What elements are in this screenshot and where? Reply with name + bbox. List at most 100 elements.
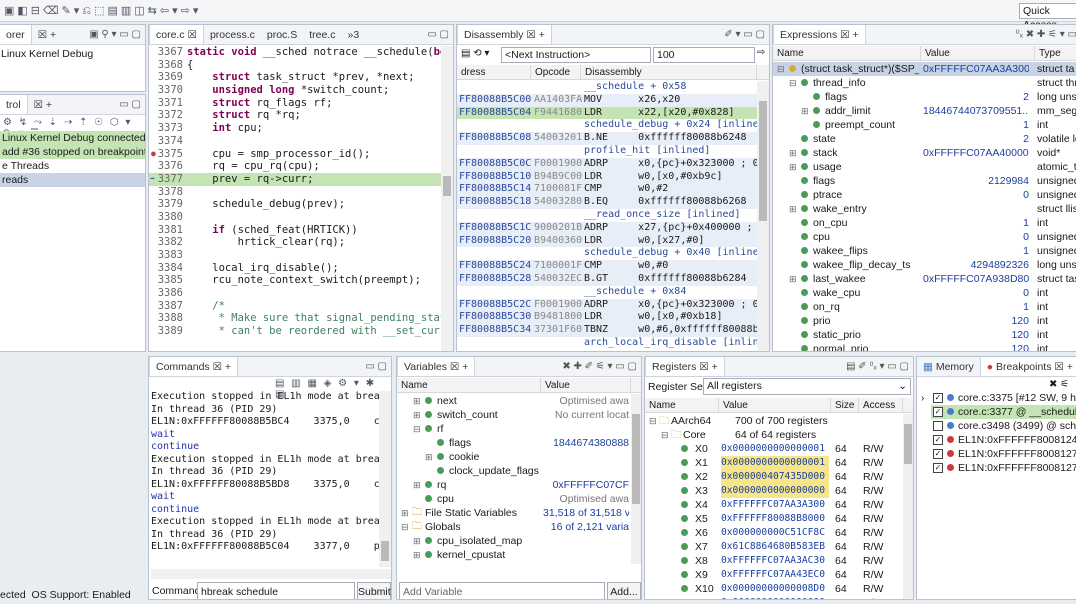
register-row[interactable]: X2 0x000000407435D000 64 R/W — [645, 470, 903, 484]
explorer-view-buttons[interactable]: ▣ ⚲ ▾ ▭ ▢ — [89, 29, 145, 40]
expand-icon[interactable]: ⊞ — [789, 160, 797, 174]
code-line[interactable]: 3385 rcu_note_context_switch(preempt); — [149, 274, 441, 287]
registers-scrollbar[interactable] — [903, 414, 913, 599]
commands-hscroll[interactable] — [151, 569, 391, 579]
expand-icon[interactable]: ⊞ — [425, 450, 433, 464]
expression-row[interactable]: state 2 volatile lo — [773, 132, 1076, 146]
code-line[interactable]: 3389 * can't be reordered with __set_cur… — [149, 325, 441, 338]
disassembly-view-buttons[interactable]: ✐ ▾ ▭ ▢ — [724, 29, 769, 40]
collapse-icon[interactable]: ⊟ — [413, 422, 421, 436]
code-line[interactable]: 3374 — [149, 135, 441, 148]
code-line[interactable]: 3383 — [149, 249, 441, 262]
collapse-icon[interactable]: ⊟ — [661, 428, 669, 442]
breakpoint-checkbox[interactable]: ✓ — [933, 435, 943, 445]
add-variable-button[interactable]: Add... — [607, 582, 641, 599]
tab-debug-control[interactable]: trol — [0, 95, 28, 114]
expression-row[interactable]: flags 2129984 unsigned — [773, 174, 1076, 188]
disasm-row[interactable]: FF80088B5C14 7100081F CMP w0,#2 — [457, 183, 757, 197]
variable-row[interactable]: ⊞ kernel_cpustat — [397, 548, 631, 562]
disasm-row[interactable]: FF80088B5C20 B9400360 LDR w0,[x27,#0] — [457, 234, 757, 248]
tab-core-c[interactable]: core.c ☒ — [149, 25, 204, 44]
breakpoint-checkbox[interactable]: ✓ — [933, 463, 943, 473]
disasm-label-row[interactable]: arch_local_irq_disable [inline — [457, 337, 757, 350]
register-row[interactable]: X11 0x0000000000000000 64 R/W — [645, 596, 903, 599]
tab-disassembly[interactable]: Disassembly ☒ + — [457, 25, 552, 44]
instruction-count-input[interactable]: 100 — [653, 47, 755, 63]
breakpoint-checkbox[interactable]: ✓ — [933, 449, 943, 459]
tab-tree-c[interactable]: tree.c — [303, 25, 341, 44]
tab-process-c[interactable]: process.c — [204, 25, 261, 44]
command-input[interactable]: hbreak schedule — [197, 582, 355, 599]
variable-row[interactable]: cpu Optimised awa — [397, 492, 631, 506]
disasm-row[interactable]: FF80088B5C24 7100001F CMP w0,#0 — [457, 260, 757, 273]
code-line[interactable]: 3371 struct rq_flags rf; — [149, 97, 441, 110]
expand-icon[interactable]: ⊞ — [789, 272, 797, 286]
code-line[interactable]: 3382 hrtick_clear(rq); — [149, 236, 441, 249]
code-line[interactable]: 3387 /* — [149, 300, 441, 313]
breakpoint-item[interactable]: ✓ core.c:3377 @ __schedule+0x — [931, 405, 1076, 419]
register-row[interactable]: X8 0xFFFFFFC07AA3AC30 64 R/W — [645, 554, 903, 568]
register-row[interactable]: ⊟ 🗀 Core 64 of 64 registers — [645, 428, 903, 442]
code-line[interactable]: 3370 unsigned long *switch_count; — [149, 84, 441, 97]
breakpoints-toolbar[interactable]: ✖ ⚟ — [1049, 379, 1069, 390]
disasm-table[interactable]: __schedule + 0x58 FF80088B5C00 AA1403FA MOV… — [457, 81, 757, 350]
register-row[interactable]: X4 0xFFFFFFC07AA3A300 64 R/W — [645, 498, 903, 512]
disasm-row[interactable]: FF80088B5C18 54003280 B.EQ 0xffffff80088b6… — [457, 196, 757, 209]
register-set-select[interactable]: All registers ⌄ — [703, 378, 911, 395]
breakpoint-item[interactable]: ✓ EL1N:0xFFFFFF80081272F8 @ — [931, 461, 1076, 475]
disasm-row[interactable]: FF80088B5C00 AA1403FA MOV x26,x20 — [457, 93, 757, 107]
commands-scrollbar[interactable] — [379, 391, 391, 567]
tab-overflow[interactable]: »3 — [342, 25, 366, 44]
expression-row[interactable]: normal_prio 120 int — [773, 342, 1076, 351]
tab-registers[interactable]: Registers ☒ + — [645, 357, 725, 376]
breakpoint-checkbox[interactable] — [933, 421, 943, 431]
commands-view-buttons[interactable]: ▭ ▢ — [365, 361, 391, 372]
disasm-row[interactable]: FF80088B5C08 54003201 B.NE 0xffffff80088b6… — [457, 132, 757, 145]
code-line[interactable]: 3368 { — [149, 59, 441, 72]
code-line[interactable]: 3375 cpu = smp_processor_id(); ● — [149, 148, 441, 161]
add-variable-input[interactable]: Add Variable — [399, 582, 605, 599]
expression-row[interactable]: cpu 0 unsigned — [773, 230, 1076, 244]
tab-commands[interactable]: Commands ☒ + — [149, 357, 239, 376]
variables-tree[interactable]: ⊞ next Optimised awa ⊞ switch_count No curren… — [397, 394, 631, 562]
expression-row[interactable]: ⊞ wake_entry struct llist — [773, 202, 1076, 216]
disasm-row[interactable]: FF80088B5C1C 9000201B ADRP x27,{pc}+0x4000… — [457, 221, 757, 235]
collapse-icon[interactable]: ⊟ — [649, 414, 657, 428]
disasm-label-row[interactable]: schedule_debug + 0x24 [inlined] — [457, 119, 757, 132]
go-arrow-icon[interactable]: ⇨ — [757, 47, 765, 58]
disasm-row[interactable]: FF80088B5C28 540032EC B.GT 0xffffff80088b6… — [457, 272, 757, 286]
disasm-row[interactable]: FF80088B5C34 37301F60 TBNZ w0,#6,0xffffff8… — [457, 324, 757, 337]
tab-memory[interactable]: ▦ Memory — [917, 357, 980, 376]
breakpoint-marker-icon[interactable]: ● — [151, 148, 156, 161]
expand-icon[interactable]: ⊞ — [401, 506, 409, 520]
variable-row[interactable]: ⊞ cpu_isolated_map — [397, 534, 631, 548]
disasm-scrollbar[interactable] — [757, 81, 769, 351]
breakpoint-item[interactable]: core.c3498 (3499) @ schedu — [931, 419, 1076, 433]
variables-scrollbar[interactable] — [631, 394, 641, 564]
expression-row[interactable]: ⊞ addr_limit 18446744073709551... mm_segm — [773, 104, 1076, 118]
threads-group[interactable]: e Threads — [0, 159, 145, 173]
expand-icon[interactable]: ⊞ — [413, 548, 421, 562]
expand-icon[interactable]: ⊞ — [789, 146, 797, 160]
code-line[interactable]: 3373 int cpu; — [149, 122, 441, 135]
disasm-row[interactable]: FF80088B5C2C F0001900 ADRP x0,{pc}+0x32300… — [457, 298, 757, 312]
code-line[interactable]: 3381 if (sched_feat(HRTICK)) — [149, 224, 441, 237]
variable-row[interactable]: flags 1844674380888 — [397, 436, 631, 450]
code-line[interactable]: 3376 rq = cpu_rq(cpu); — [149, 160, 441, 173]
breakpoint-item[interactable]: ✓ EL1N:0xFFFFFF8008124AC8 @ — [931, 433, 1076, 447]
variables-view-buttons[interactable]: ✖ ✚ ✐ ⚟ ▾ ▭ ▢ — [562, 361, 641, 372]
submit-button[interactable]: Submit — [357, 582, 391, 599]
tab-proc-s[interactable]: proc.S — [261, 25, 303, 44]
code-line[interactable]: 3377 prev = rq->curr; ➡ — [149, 172, 441, 186]
disasm-label-row[interactable]: profile_hit [inlined] — [457, 145, 757, 158]
code-line[interactable]: 3386 — [149, 287, 441, 300]
disasm-row[interactable]: FF80088B5C30 B9481800 LDR w0,[x0,#0xb18] — [457, 311, 757, 325]
expression-row[interactable]: preempt_count 1 int — [773, 118, 1076, 132]
expression-row[interactable]: ⊞ last_wakee 0xFFFFFC07A938D80 struct task — [773, 272, 1076, 286]
register-row[interactable]: X1 0x0000000000000001 64 R/W — [645, 456, 903, 470]
expand-icon[interactable]: ⊞ — [413, 478, 421, 492]
register-row[interactable]: X0 0x0000000000000001 64 R/W — [645, 442, 903, 456]
code-line[interactable]: 3380 — [149, 211, 441, 224]
variable-row[interactable]: ⊞ switch_count No current locat — [397, 408, 631, 422]
expand-arrow-icon[interactable]: › — [921, 393, 924, 404]
